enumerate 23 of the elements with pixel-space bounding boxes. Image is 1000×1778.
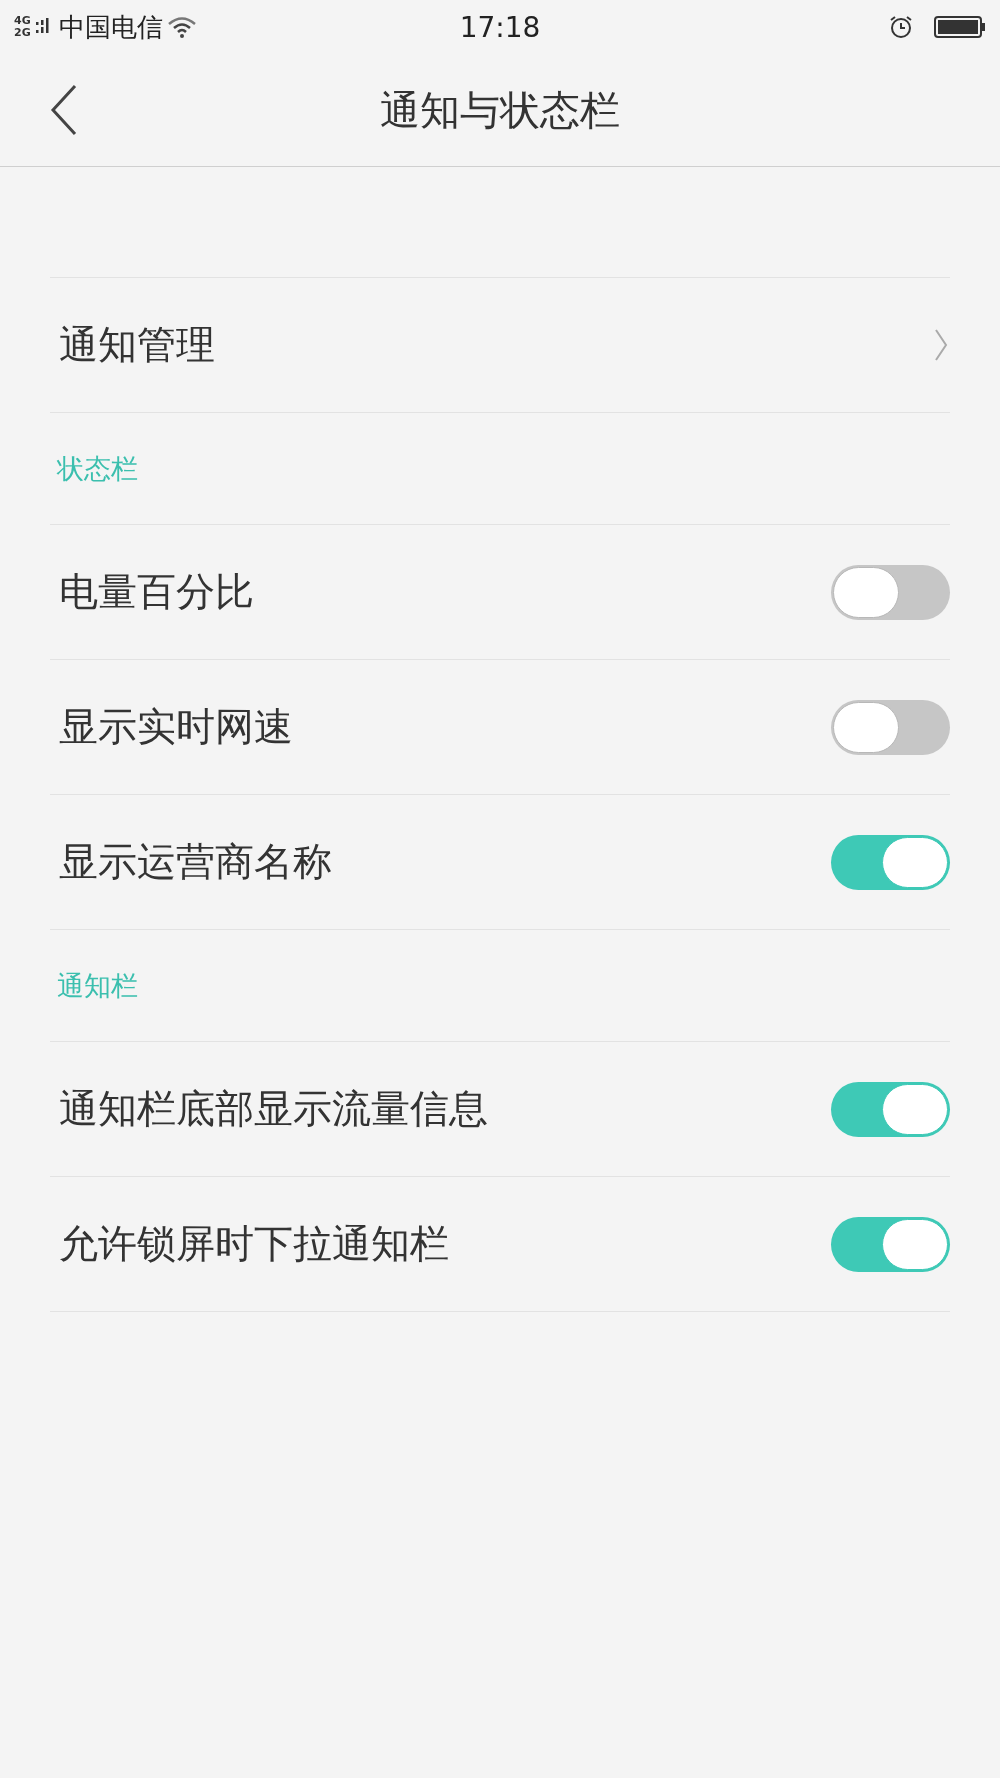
toggle-switch[interactable] xyxy=(831,834,950,890)
setting-label: 显示实时网速 xyxy=(59,703,293,751)
toggle-switch[interactable] xyxy=(831,1081,950,1137)
toggle-switch[interactable] xyxy=(831,699,950,755)
chevron-icon xyxy=(934,328,948,362)
network-type: 4G xyxy=(14,15,31,27)
carrier-name: 中国电信 xyxy=(58,10,163,44)
section-header: 状态栏 xyxy=(57,451,138,486)
network-type: 2G xyxy=(14,27,31,39)
alarm-icon xyxy=(888,14,914,40)
setting-label: 通知栏底部显示流量信息 xyxy=(59,1085,488,1133)
page-title: 通知与状态栏 xyxy=(379,85,621,135)
back-icon[interactable] xyxy=(50,84,78,136)
setting-label: 显示运营商名称 xyxy=(59,838,332,886)
section-header: 通知栏 xyxy=(57,968,138,1003)
wifi-icon xyxy=(166,15,197,39)
setting-label: 电量百分比 xyxy=(59,568,254,616)
toggle-switch[interactable] xyxy=(831,1216,950,1272)
battery-icon xyxy=(934,16,986,38)
settings-row[interactable]: 通知管理 xyxy=(50,277,950,413)
toggle-switch[interactable] xyxy=(831,564,950,620)
setting-label: 允许锁屏时下拉通知栏 xyxy=(59,1220,449,1268)
clock-time: 17:18 xyxy=(458,10,542,44)
